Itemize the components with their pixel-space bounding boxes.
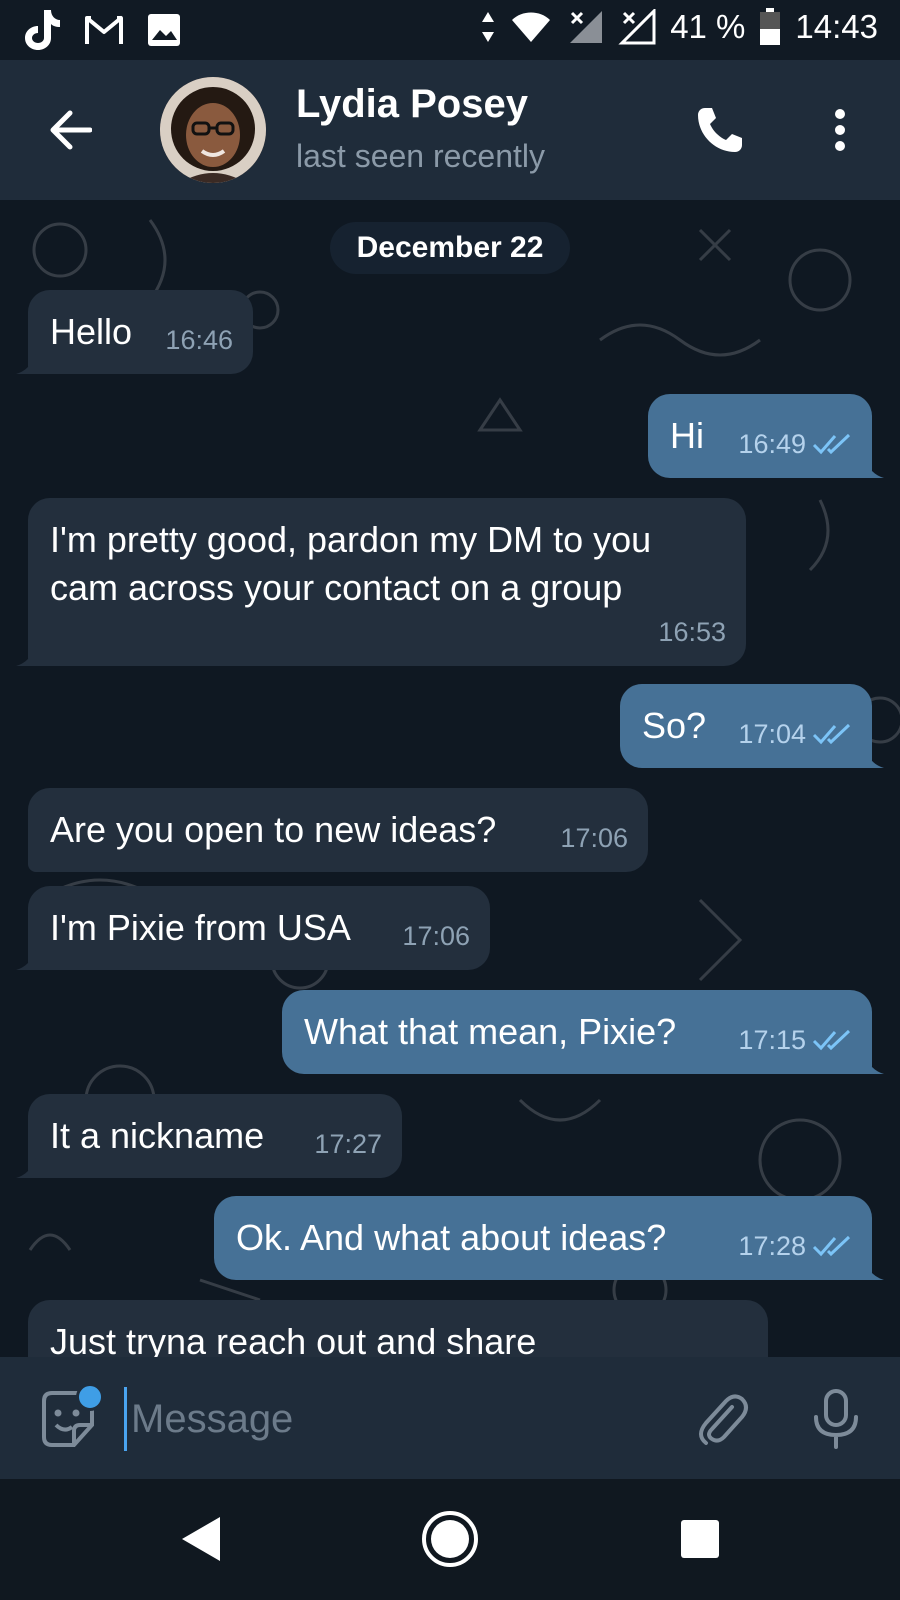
system-navigation-bar: [0, 1479, 900, 1600]
contact-last-seen: last seen recently: [296, 138, 546, 174]
message-time: 17:06: [560, 823, 628, 853]
message-meta: 16:46: [165, 316, 233, 364]
message-meta: 17:15: [738, 1016, 852, 1064]
message-meta: 16:53: [658, 608, 726, 656]
message-text-line: I'm pretty good, pardon my DM to you: [50, 519, 652, 560]
message-text-line: cam across your contact on a group: [50, 567, 623, 608]
nav-home-icon[interactable]: [420, 1509, 480, 1569]
signal-x-icon: [618, 9, 656, 45]
back-button[interactable]: [42, 102, 98, 158]
nav-back-icon[interactable]: [174, 1509, 234, 1569]
status-bar-notifications: [22, 8, 182, 52]
message-bubble-outgoing[interactable]: So? 17:04: [620, 684, 884, 768]
clock: 14:43: [795, 8, 878, 45]
contact-name[interactable]: Lydia Posey: [296, 82, 528, 127]
message-composer: [0, 1357, 900, 1479]
date-separator: December 22: [330, 222, 570, 274]
contact-avatar[interactable]: [160, 77, 266, 183]
bubble-tail: [16, 646, 36, 666]
double-check-icon: [812, 1235, 851, 1257]
bubble-tail: [864, 748, 884, 768]
message-time: 17:06: [402, 921, 470, 951]
message-bubble-incoming[interactable]: I'm pretty good, pardon my DM to you cam…: [16, 498, 746, 666]
message-meta: 17:28: [738, 1222, 852, 1270]
status-bar-system: 41 % 14:43: [480, 8, 878, 46]
message-input[interactable]: [124, 1387, 673, 1451]
message-bubble-incoming[interactable]: It a nickname 17:27: [16, 1094, 402, 1178]
bubble-tail: [16, 354, 36, 374]
signal-x-icon: [566, 9, 604, 45]
message-bubble-incoming[interactable]: I'm Pixie from USA 17:06: [16, 886, 490, 970]
nav-recents-icon[interactable]: [670, 1509, 730, 1569]
gallery-icon: [146, 12, 182, 48]
microphone-icon[interactable]: [806, 1387, 866, 1451]
message-text: Just tryna reach out and share: [50, 1321, 537, 1357]
message-time: 17:28: [738, 1231, 806, 1261]
message-meta: 16:49: [738, 420, 852, 468]
wifi-icon: [510, 10, 552, 44]
status-bar: 41 % 14:43: [0, 0, 900, 60]
message-text: Are you open to new ideas?: [50, 809, 497, 850]
message-bubble-incoming[interactable]: Hello 16:46: [16, 290, 253, 374]
message-time: 16:49: [738, 429, 806, 459]
message-bubble-outgoing[interactable]: Hi 16:49: [648, 394, 884, 478]
double-check-icon: [812, 1029, 851, 1051]
message-time: 16:46: [165, 325, 233, 355]
tiktok-icon: [22, 8, 62, 52]
chat-messages-area[interactable]: December 22 Hello 16:46 Hi 16:49 I'm pre…: [0, 200, 900, 1357]
battery-icon: [759, 8, 781, 46]
bubble-tail: [16, 1158, 36, 1178]
message-time: 17:15: [738, 1025, 806, 1055]
arrow-left-icon: [50, 110, 92, 150]
bubble-tail: [864, 1054, 884, 1074]
message-bubble-outgoing[interactable]: Ok. And what about ideas? 17:28: [214, 1196, 884, 1280]
message-bubble-incoming[interactable]: Just tryna reach out and share: [28, 1300, 768, 1357]
message-meta: 17:06: [402, 912, 470, 960]
message-meta: 17:06: [560, 814, 628, 862]
more-options-button[interactable]: [810, 100, 870, 160]
message-time: 17:04: [738, 719, 806, 749]
gmail-icon: [84, 14, 124, 46]
chat-header: Lydia Posey last seen recently: [0, 60, 900, 201]
more-vertical-icon: [835, 109, 845, 151]
double-check-icon: [812, 723, 851, 745]
battery-percentage: 41 %: [670, 8, 746, 45]
paperclip-icon[interactable]: [692, 1389, 752, 1449]
bubble-tail: [16, 950, 36, 970]
bubble-tail: [864, 1260, 884, 1280]
double-check-icon: [812, 433, 851, 455]
message-time: 17:27: [314, 1129, 382, 1159]
message-meta: 17:04: [738, 710, 852, 758]
phone-icon: [698, 108, 742, 152]
message-bubble-incoming[interactable]: Are you open to new ideas? 17:06: [28, 788, 648, 872]
call-button[interactable]: [690, 100, 750, 160]
message-meta: 17:27: [314, 1120, 382, 1168]
bubble-tail: [864, 458, 884, 478]
notification-dot: [76, 1383, 104, 1411]
message-bubble-outgoing[interactable]: What that mean, Pixie? 17:15: [282, 990, 884, 1074]
data-arrows-icon: [480, 10, 496, 44]
message-time: 16:53: [658, 617, 726, 647]
